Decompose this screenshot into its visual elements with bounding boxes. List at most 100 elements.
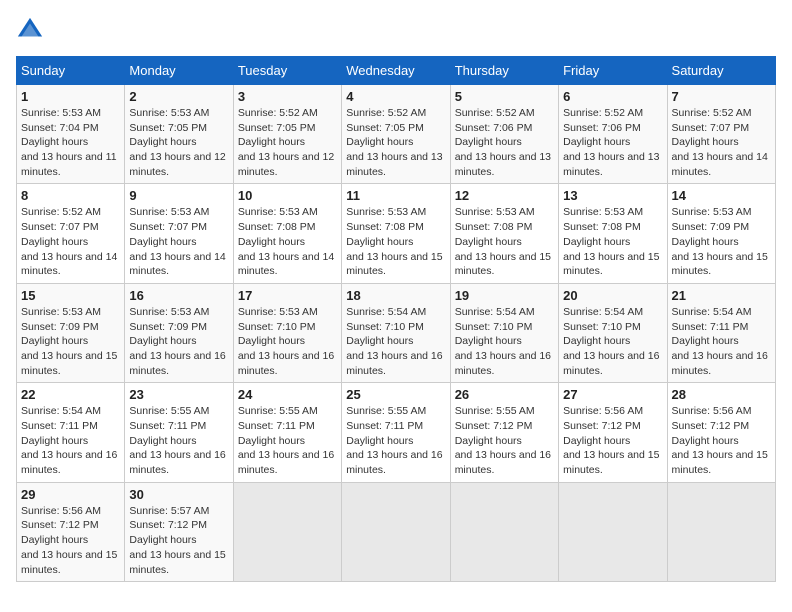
day-number: 4 [346,89,445,104]
calendar-day-cell: 22 Sunrise: 5:54 AMSunset: 7:11 PMDayligh… [17,383,125,482]
day-number: 3 [238,89,337,104]
day-number: 30 [129,487,228,502]
day-info: Sunrise: 5:53 AMSunset: 7:04 PMDaylight … [21,106,120,179]
weekday-header-cell: Wednesday [342,57,450,85]
calendar-day-cell: 11 Sunrise: 5:53 AMSunset: 7:08 PMDayligh… [342,184,450,283]
calendar-day-cell: 17 Sunrise: 5:53 AMSunset: 7:10 PMDayligh… [233,283,341,382]
day-info: Sunrise: 5:53 AMSunset: 7:05 PMDaylight … [129,106,228,179]
day-info: Sunrise: 5:56 AMSunset: 7:12 PMDaylight … [672,404,771,477]
weekday-header-cell: Tuesday [233,57,341,85]
calendar-day-cell: 10 Sunrise: 5:53 AMSunset: 7:08 PMDayligh… [233,184,341,283]
day-info: Sunrise: 5:55 AMSunset: 7:12 PMDaylight … [455,404,554,477]
day-number: 24 [238,387,337,402]
day-number: 10 [238,188,337,203]
day-number: 25 [346,387,445,402]
day-info: Sunrise: 5:52 AMSunset: 7:07 PMDaylight … [21,205,120,278]
calendar-day-cell: 15 Sunrise: 5:53 AMSunset: 7:09 PMDayligh… [17,283,125,382]
day-info: Sunrise: 5:52 AMSunset: 7:05 PMDaylight … [238,106,337,179]
calendar-day-cell: 25 Sunrise: 5:55 AMSunset: 7:11 PMDayligh… [342,383,450,482]
calendar-day-cell: 6Sunrise: 5:52 AMSunset: 7:06 PMDaylight… [559,85,667,184]
calendar-day-cell [342,482,450,581]
calendar-day-cell: 26 Sunrise: 5:55 AMSunset: 7:12 PMDayligh… [450,383,558,482]
calendar-week-row: 29 Sunrise: 5:56 AMSunset: 7:12 PMDayligh… [17,482,776,581]
day-number: 18 [346,288,445,303]
day-number: 28 [672,387,771,402]
day-info: Sunrise: 5:56 AMSunset: 7:12 PMDaylight … [21,504,120,577]
weekday-header-cell: Saturday [667,57,775,85]
calendar-day-cell: 16Sunrise: 5:53 AMSunset: 7:09 PMDayligh… [125,283,233,382]
calendar-day-cell: 30 Sunrise: 5:57 AMSunset: 7:12 PMDayligh… [125,482,233,581]
weekday-header-cell: Friday [559,57,667,85]
day-number: 27 [563,387,662,402]
day-number: 20 [563,288,662,303]
calendar-day-cell: 7 Sunrise: 5:52 AMSunset: 7:07 PMDaylight… [667,85,775,184]
calendar-day-cell: 18 Sunrise: 5:54 AMSunset: 7:10 PMDayligh… [342,283,450,382]
page-header [16,16,776,44]
calendar-day-cell: 3 Sunrise: 5:52 AMSunset: 7:05 PMDaylight… [233,85,341,184]
day-number: 17 [238,288,337,303]
weekday-header-row: SundayMondayTuesdayWednesdayThursdayFrid… [17,57,776,85]
day-info: Sunrise: 5:53 AMSunset: 7:10 PMDaylight … [238,305,337,378]
day-info: Sunrise: 5:52 AMSunset: 7:06 PMDaylight … [563,106,662,179]
day-info: Sunrise: 5:52 AMSunset: 7:07 PMDaylight … [672,106,771,179]
calendar-day-cell: 9 Sunrise: 5:53 AMSunset: 7:07 PMDaylight… [125,184,233,283]
calendar-week-row: 8Sunrise: 5:52 AMSunset: 7:07 PMDaylight… [17,184,776,283]
calendar-week-row: 15 Sunrise: 5:53 AMSunset: 7:09 PMDayligh… [17,283,776,382]
calendar-day-cell: 14 Sunrise: 5:53 AMSunset: 7:09 PMDayligh… [667,184,775,283]
calendar-day-cell: 5 Sunrise: 5:52 AMSunset: 7:06 PMDaylight… [450,85,558,184]
day-number: 11 [346,188,445,203]
calendar-day-cell: 1 Sunrise: 5:53 AMSunset: 7:04 PMDaylight… [17,85,125,184]
day-info: Sunrise: 5:55 AMSunset: 7:11 PMDaylight … [346,404,445,477]
day-number: 5 [455,89,554,104]
day-number: 15 [21,288,120,303]
calendar-day-cell: 27Sunrise: 5:56 AMSunset: 7:12 PMDayligh… [559,383,667,482]
calendar-day-cell: 23Sunrise: 5:55 AMSunset: 7:11 PMDayligh… [125,383,233,482]
calendar-week-row: 1 Sunrise: 5:53 AMSunset: 7:04 PMDaylight… [17,85,776,184]
day-number: 21 [672,288,771,303]
calendar-day-cell: 19 Sunrise: 5:54 AMSunset: 7:10 PMDayligh… [450,283,558,382]
day-info: Sunrise: 5:53 AMSunset: 7:08 PMDaylight … [346,205,445,278]
calendar-day-cell: 29 Sunrise: 5:56 AMSunset: 7:12 PMDayligh… [17,482,125,581]
day-number: 14 [672,188,771,203]
calendar-day-cell: 21 Sunrise: 5:54 AMSunset: 7:11 PMDayligh… [667,283,775,382]
calendar-body: 1 Sunrise: 5:53 AMSunset: 7:04 PMDaylight… [17,85,776,582]
day-number: 29 [21,487,120,502]
day-info: Sunrise: 5:53 AMSunset: 7:09 PMDaylight … [21,305,120,378]
calendar-day-cell [450,482,558,581]
day-number: 26 [455,387,554,402]
weekday-header-cell: Sunday [17,57,125,85]
day-info: Sunrise: 5:54 AMSunset: 7:10 PMDaylight … [455,305,554,378]
day-number: 1 [21,89,120,104]
day-info: Sunrise: 5:53 AMSunset: 7:07 PMDaylight … [129,205,228,278]
day-info: Sunrise: 5:53 AMSunset: 7:08 PMDaylight … [563,205,662,278]
day-info: Sunrise: 5:57 AMSunset: 7:12 PMDaylight … [129,504,228,577]
weekday-header-cell: Thursday [450,57,558,85]
day-number: 22 [21,387,120,402]
day-info: Sunrise: 5:53 AMSunset: 7:09 PMDaylight … [672,205,771,278]
day-number: 7 [672,89,771,104]
weekday-header-cell: Monday [125,57,233,85]
day-number: 13 [563,188,662,203]
logo [16,16,48,44]
day-number: 23 [129,387,228,402]
day-info: Sunrise: 5:54 AMSunset: 7:11 PMDaylight … [672,305,771,378]
day-info: Sunrise: 5:53 AMSunset: 7:09 PMDaylight … [129,305,228,378]
day-number: 9 [129,188,228,203]
calendar-day-cell [667,482,775,581]
calendar-day-cell: 20 Sunrise: 5:54 AMSunset: 7:10 PMDayligh… [559,283,667,382]
logo-icon [16,16,44,44]
day-info: Sunrise: 5:53 AMSunset: 7:08 PMDaylight … [238,205,337,278]
calendar-day-cell: 24 Sunrise: 5:55 AMSunset: 7:11 PMDayligh… [233,383,341,482]
day-info: Sunrise: 5:54 AMSunset: 7:11 PMDaylight … [21,404,120,477]
calendar-day-cell [559,482,667,581]
calendar-day-cell: 12 Sunrise: 5:53 AMSunset: 7:08 PMDayligh… [450,184,558,283]
day-info: Sunrise: 5:52 AMSunset: 7:05 PMDaylight … [346,106,445,179]
day-info: Sunrise: 5:55 AMSunset: 7:11 PMDaylight … [238,404,337,477]
day-info: Sunrise: 5:53 AMSunset: 7:08 PMDaylight … [455,205,554,278]
day-info: Sunrise: 5:54 AMSunset: 7:10 PMDaylight … [563,305,662,378]
day-number: 12 [455,188,554,203]
day-info: Sunrise: 5:54 AMSunset: 7:10 PMDaylight … [346,305,445,378]
calendar-week-row: 22 Sunrise: 5:54 AMSunset: 7:11 PMDayligh… [17,383,776,482]
day-number: 19 [455,288,554,303]
day-info: Sunrise: 5:52 AMSunset: 7:06 PMDaylight … [455,106,554,179]
